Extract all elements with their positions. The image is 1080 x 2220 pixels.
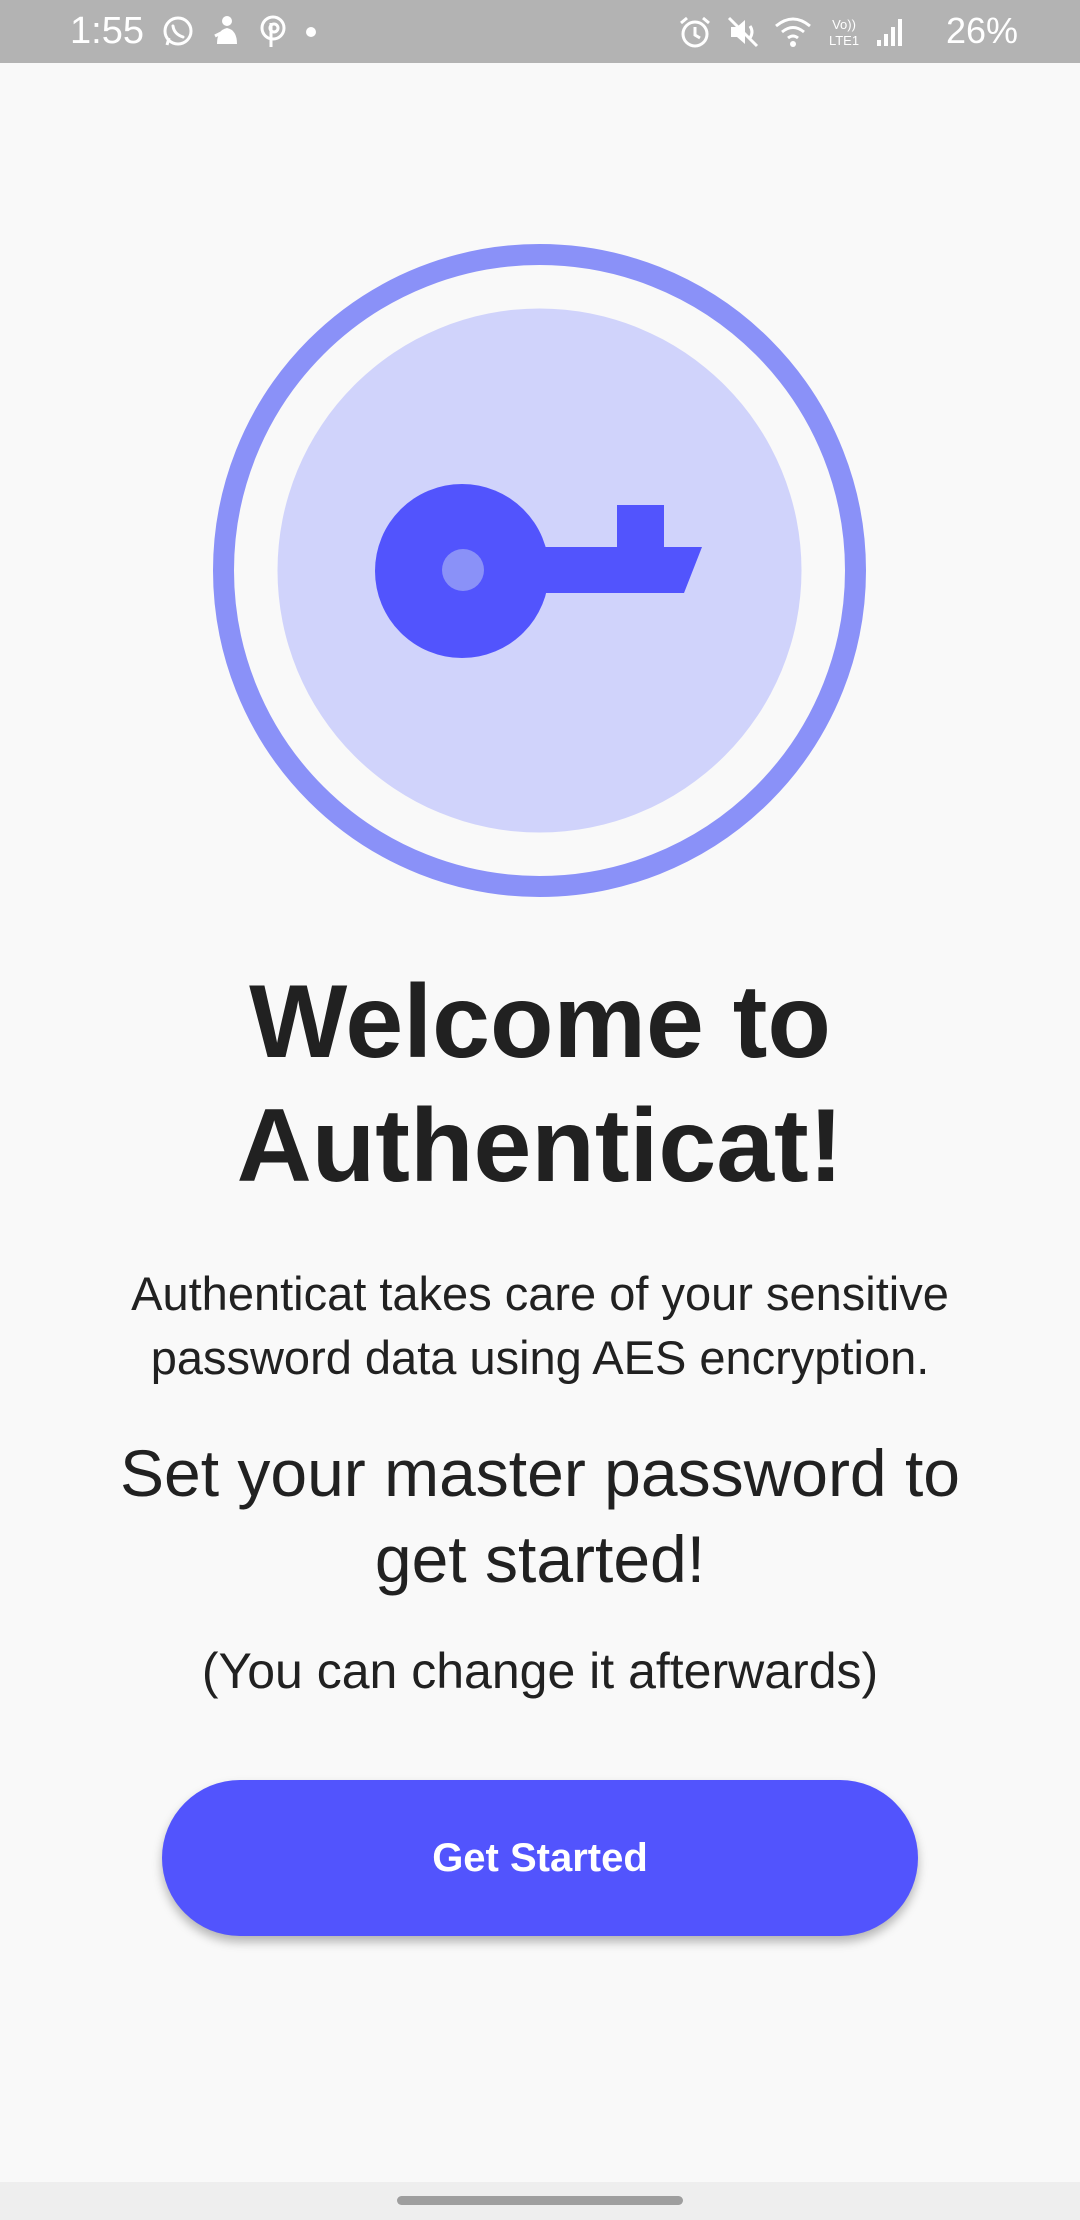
prompt-line1: Set your master password to: [119, 1436, 961, 1510]
status-time: 1:55: [70, 10, 144, 52]
master-password-prompt: Set your master password to get started!: [60, 1430, 1020, 1602]
prompt-line2: get started!: [374, 1522, 706, 1596]
description-text: Authenticat takes care of your sensitive…: [60, 1262, 1020, 1390]
home-indicator[interactable]: [397, 2196, 683, 2205]
key-hole: [442, 549, 484, 591]
notification-app-icon: [214, 16, 237, 44]
navigation-bar: [0, 2182, 1080, 2220]
signal-icon: [877, 19, 902, 46]
alarm-icon: [680, 16, 710, 48]
welcome-title-line2: Authenticat!: [236, 1088, 844, 1204]
status-left-icons: [160, 12, 318, 52]
pinterest-icon: [260, 15, 286, 47]
svg-text:Vo)): Vo)): [832, 17, 856, 32]
status-bar: 1:55 Vo)) LTE1 26%: [0, 0, 1080, 63]
welcome-title: Welcome to Authenticat!: [0, 960, 1080, 1208]
whatsapp-icon: [163, 16, 193, 46]
get-started-button[interactable]: Get Started: [162, 1780, 918, 1936]
key-illustration: [213, 244, 866, 897]
description-line2: password data using AES encryption.: [150, 1331, 930, 1384]
volte-lte-icon: Vo)) LTE1: [829, 17, 859, 48]
mute-icon: [727, 16, 759, 48]
wifi-icon: [775, 17, 811, 47]
change-later-note: (You can change it afterwards): [201, 1643, 879, 1699]
svg-text:LTE1: LTE1: [829, 33, 859, 48]
dot-icon: [306, 27, 316, 37]
status-right-icons: Vo)) LTE1: [677, 12, 905, 52]
welcome-title-line1: Welcome to: [249, 964, 831, 1080]
battery-percent: 26%: [945, 10, 1018, 51]
description-line1: Authenticat takes care of your sensitive: [131, 1267, 949, 1320]
